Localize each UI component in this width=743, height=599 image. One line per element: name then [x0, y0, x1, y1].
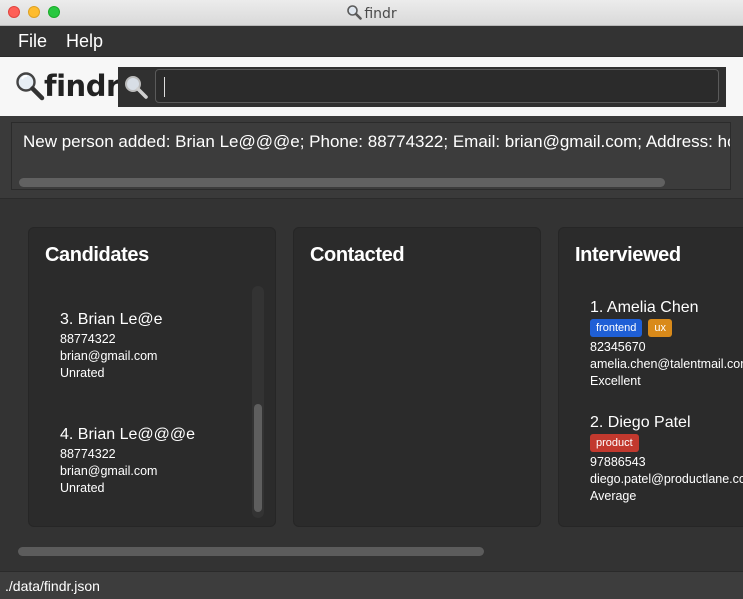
- card-name: 4. Brian Le@@@e: [60, 426, 196, 443]
- result-message: New person added: Brian Le@@@e; Phone: 8…: [23, 132, 731, 151]
- magnifier-icon: [347, 5, 363, 20]
- window-title-text: findr: [364, 6, 397, 22]
- column-interviewed: Interviewed 1. Amelia Chen frontend ux 8…: [558, 227, 743, 527]
- status-bar: ./data/findr.json: [0, 571, 743, 599]
- menu-help[interactable]: Help: [66, 31, 103, 52]
- search-bar: findr: [0, 57, 743, 116]
- card-name: 2. Diego Patel: [590, 414, 691, 431]
- text-caret: [164, 77, 165, 97]
- card-tags: frontend ux: [590, 319, 743, 337]
- candidate-card[interactable]: 3. Brian Le@e 88774322 brian@gmail.com U…: [60, 311, 163, 382]
- column-title: Candidates: [45, 244, 149, 266]
- card-rating: Unrated: [60, 481, 105, 495]
- menu-file[interactable]: File: [18, 31, 47, 52]
- card-email: amelia.chen@talentmail.com: [590, 357, 743, 371]
- tag-badge: product: [590, 434, 639, 452]
- scrollbar-thumb[interactable]: [254, 404, 262, 512]
- board-horizontal-scrollbar[interactable]: [18, 547, 484, 556]
- search-input[interactable]: [155, 69, 719, 103]
- card-email: brian@gmail.com: [60, 464, 158, 478]
- tag-badge: ux: [648, 319, 672, 337]
- candidate-card[interactable]: 4. Brian Le@@@e 88774322 brian@gmail.com…: [60, 426, 195, 497]
- pipeline-board: Candidates 3. Brian Le@e 88774322 brian@…: [0, 199, 743, 571]
- candidate-card[interactable]: 1. Amelia Chen frontend ux 82345670 amel…: [590, 299, 743, 390]
- app-logo: findr: [14, 69, 120, 103]
- column-contacted: Contacted: [293, 227, 541, 527]
- search-icon: [125, 76, 148, 99]
- candidate-card[interactable]: 2. Diego Patel product 97886543 diego.pa…: [590, 414, 743, 505]
- menu-bar: File Help: [0, 26, 743, 57]
- magnifier-icon: [16, 72, 45, 101]
- result-horizontal-scrollbar[interactable]: [19, 178, 665, 187]
- tag-badge: frontend: [590, 319, 643, 337]
- column-title: Contacted: [310, 244, 405, 266]
- card-name: 1. Amelia Chen: [590, 299, 699, 316]
- window-title: findr: [0, 4, 743, 22]
- result-display: New person added: Brian Le@@@e; Phone: 8…: [11, 122, 731, 190]
- logo-text: findr: [44, 69, 120, 103]
- card-rating: Average: [590, 489, 637, 503]
- save-location: ./data/findr.json: [5, 578, 100, 594]
- card-rating: Excellent: [590, 374, 641, 388]
- card-rating: Unrated: [60, 366, 105, 380]
- card-email: brian@gmail.com: [60, 349, 158, 363]
- card-name: 3. Brian Le@e: [60, 311, 163, 328]
- card-email: diego.patel@productlane.com: [590, 472, 743, 486]
- card-phone: 88774322: [60, 332, 116, 346]
- column-candidates: Candidates 3. Brian Le@e 88774322 brian@…: [28, 227, 276, 527]
- title-bar: findr: [0, 0, 743, 26]
- card-phone: 88774322: [60, 447, 116, 461]
- candidates-vertical-scrollbar[interactable]: [252, 286, 264, 518]
- column-title: Interviewed: [575, 244, 681, 266]
- search-box: [118, 67, 726, 107]
- card-phone: 97886543: [590, 455, 646, 469]
- card-phone: 82345670: [590, 340, 646, 354]
- card-tags: product: [590, 434, 743, 452]
